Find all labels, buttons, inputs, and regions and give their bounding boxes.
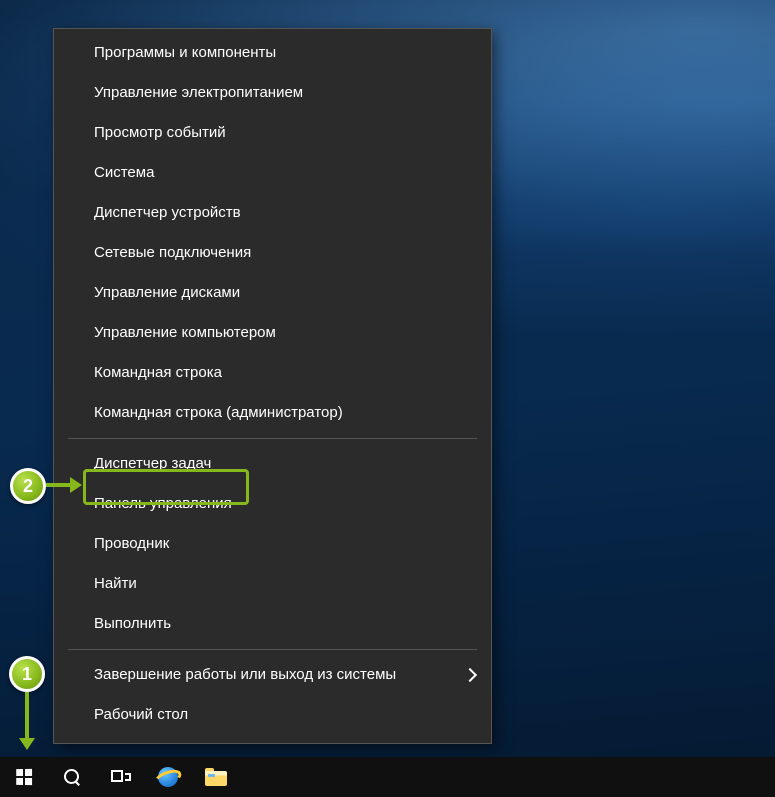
taskbar-app-internet-explorer[interactable] xyxy=(144,757,192,797)
menu-item-search[interactable]: Найти xyxy=(54,564,491,604)
menu-item-label: Управление дисками xyxy=(94,284,240,301)
menu-item-system[interactable]: Система xyxy=(54,153,491,193)
internet-explorer-icon xyxy=(156,765,180,789)
menu-item-disk-management[interactable]: Управление дисками xyxy=(54,273,491,313)
menu-item-desktop[interactable]: Рабочий стол xyxy=(54,695,491,735)
menu-item-command-prompt-admin[interactable]: Командная строка (администратор) xyxy=(54,393,491,433)
windows-logo-icon xyxy=(16,769,32,785)
menu-item-run[interactable]: Выполнить xyxy=(54,604,491,644)
menu-item-event-viewer[interactable]: Просмотр событий xyxy=(54,113,491,153)
menu-item-label: Программы и компоненты xyxy=(94,44,276,61)
menu-item-file-explorer[interactable]: Проводник xyxy=(54,524,491,564)
taskbar-search-button[interactable] xyxy=(48,757,96,797)
search-icon xyxy=(63,768,81,786)
menu-item-label: Система xyxy=(94,164,154,181)
menu-item-label: Рабочий стол xyxy=(94,706,188,723)
menu-separator xyxy=(68,649,477,650)
menu-item-label: Командная строка xyxy=(94,364,222,381)
menu-item-power-options[interactable]: Управление электропитанием xyxy=(54,73,491,113)
menu-item-label: Управление компьютером xyxy=(94,324,276,341)
menu-item-device-manager[interactable]: Диспетчер устройств xyxy=(54,193,491,233)
menu-item-command-prompt[interactable]: Командная строка xyxy=(54,353,491,393)
menu-item-task-manager[interactable]: Диспетчер задач xyxy=(54,444,491,484)
menu-item-label: Завершение работы или выход из системы xyxy=(94,666,396,683)
taskbar-taskview-button[interactable] xyxy=(96,757,144,797)
menu-item-control-panel[interactable]: Панель управления xyxy=(54,484,491,524)
menu-item-label: Диспетчер устройств xyxy=(94,204,241,221)
start-button[interactable] xyxy=(0,757,48,797)
taskbar-app-file-explorer[interactable] xyxy=(192,757,240,797)
menu-separator xyxy=(68,438,477,439)
file-explorer-icon xyxy=(205,768,227,786)
menu-item-label: Сетевые подключения xyxy=(94,244,251,261)
menu-item-label: Диспетчер задач xyxy=(94,455,211,472)
menu-item-label: Управление электропитанием xyxy=(94,84,303,101)
taskbar xyxy=(0,757,775,797)
menu-item-label: Просмотр событий xyxy=(94,124,226,141)
menu-item-label: Выполнить xyxy=(94,615,171,632)
winx-context-menu: Программы и компоненты Управление электр… xyxy=(53,28,492,744)
menu-item-computer-management[interactable]: Управление компьютером xyxy=(54,313,491,353)
task-view-icon xyxy=(111,770,129,784)
menu-item-label: Командная строка (администратор) xyxy=(94,404,343,421)
menu-item-programs-and-features[interactable]: Программы и компоненты xyxy=(54,33,491,73)
chevron-right-icon xyxy=(465,668,473,682)
menu-item-label: Проводник xyxy=(94,535,169,552)
menu-item-network-connections[interactable]: Сетевые подключения xyxy=(54,233,491,273)
menu-item-label: Панель управления xyxy=(94,495,232,512)
menu-item-shutdown-signout[interactable]: Завершение работы или выход из системы xyxy=(54,655,491,695)
menu-item-label: Найти xyxy=(94,575,137,592)
